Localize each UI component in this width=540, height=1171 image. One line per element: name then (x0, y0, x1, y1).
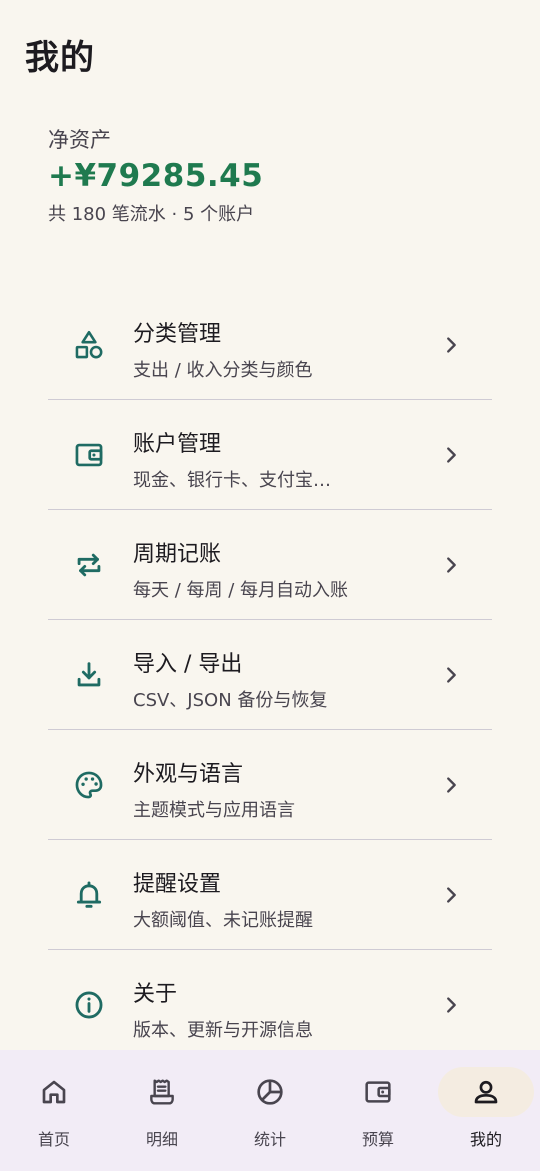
nav-label: 明细 (145, 1130, 178, 1149)
menu-item-subtitle: 每天 / 每周 / 每月自动入账 (133, 580, 349, 601)
download-icon (72, 658, 106, 692)
menu-item-title: 外观与语言 (133, 762, 244, 787)
menu-item-subtitle: 现金、银行卡、支付宝… (133, 470, 331, 491)
nav-item-budget[interactable]: 预算 (324, 1050, 432, 1171)
menu-item-title: 账户管理 (133, 432, 222, 457)
chevron-right-icon (447, 557, 456, 573)
nav-item-statistics[interactable]: 统计 (216, 1050, 324, 1171)
screen: 我的 净资产 +¥79285.45 共 180 笔流水 · 5 个账户 分类管理… (0, 0, 540, 1171)
menu-item-appearance-language[interactable]: 外观与语言 主题模式与应用语言 (48, 730, 492, 840)
nav-label: 首页 (37, 1130, 70, 1149)
bottom-navigation: 首页 明细 统计 预算 我的 (0, 1050, 540, 1171)
page-title: 我的 (25, 38, 95, 78)
nav-label: 预算 (361, 1130, 394, 1149)
chevron-right-icon (447, 777, 456, 793)
net-assets-label: 净资产 (48, 128, 111, 152)
palette-icon (72, 768, 106, 802)
person-icon (470, 1076, 502, 1108)
menu-item-title: 提醒设置 (133, 872, 222, 897)
menu-item-title: 导入 / 导出 (133, 652, 243, 677)
settings-menu: 分类管理 支出 / 收入分类与颜色 账户管理 现金、银行卡、支付宝… 周期记账 … (48, 290, 492, 1060)
menu-item-subtitle: 版本、更新与开源信息 (133, 1020, 313, 1041)
nav-label: 我的 (469, 1130, 502, 1149)
records-accounts-count: 共 180 笔流水 · 5 个账户 (48, 204, 255, 225)
chevron-right-icon (447, 337, 456, 353)
chevron-right-icon (447, 997, 456, 1013)
menu-item-title: 关于 (133, 982, 178, 1007)
menu-item-category-management[interactable]: 分类管理 支出 / 收入分类与颜色 (48, 290, 492, 400)
menu-item-import-export[interactable]: 导入 / 导出 CSV、JSON 备份与恢复 (48, 620, 492, 730)
nav-item-details[interactable]: 明细 (108, 1050, 216, 1171)
wallet-icon (362, 1076, 394, 1108)
menu-item-subtitle: CSV、JSON 备份与恢复 (133, 690, 328, 711)
nav-item-profile[interactable]: 我的 (432, 1050, 540, 1171)
info-icon (72, 988, 106, 1022)
wallet-icon (72, 438, 106, 472)
nav-item-home[interactable]: 首页 (0, 1050, 108, 1171)
menu-item-subtitle: 支出 / 收入分类与颜色 (133, 360, 313, 381)
net-assets-amount: +¥79285.45 (48, 158, 264, 194)
repeat-icon (72, 548, 106, 582)
chevron-right-icon (447, 667, 456, 683)
chevron-right-icon (447, 447, 456, 463)
menu-item-recurring-records[interactable]: 周期记账 每天 / 每周 / 每月自动入账 (48, 510, 492, 620)
menu-item-title: 分类管理 (133, 322, 222, 347)
category-icon (72, 328, 106, 362)
bell-icon (72, 878, 106, 912)
pie-chart-icon (254, 1076, 286, 1108)
menu-item-reminder-settings[interactable]: 提醒设置 大额阈值、未记账提醒 (48, 840, 492, 950)
chevron-right-icon (447, 887, 456, 903)
nav-label: 统计 (253, 1130, 286, 1149)
home-icon (38, 1076, 70, 1108)
menu-item-about[interactable]: 关于 版本、更新与开源信息 (48, 950, 492, 1060)
net-assets-summary: 净资产 +¥79285.45 共 180 笔流水 · 5 个账户 (48, 124, 263, 226)
menu-item-subtitle: 主题模式与应用语言 (133, 800, 295, 821)
receipt-icon (146, 1076, 178, 1108)
menu-item-account-management[interactable]: 账户管理 现金、银行卡、支付宝… (48, 400, 492, 510)
menu-item-subtitle: 大额阈值、未记账提醒 (133, 910, 313, 931)
menu-item-title: 周期记账 (133, 542, 222, 567)
